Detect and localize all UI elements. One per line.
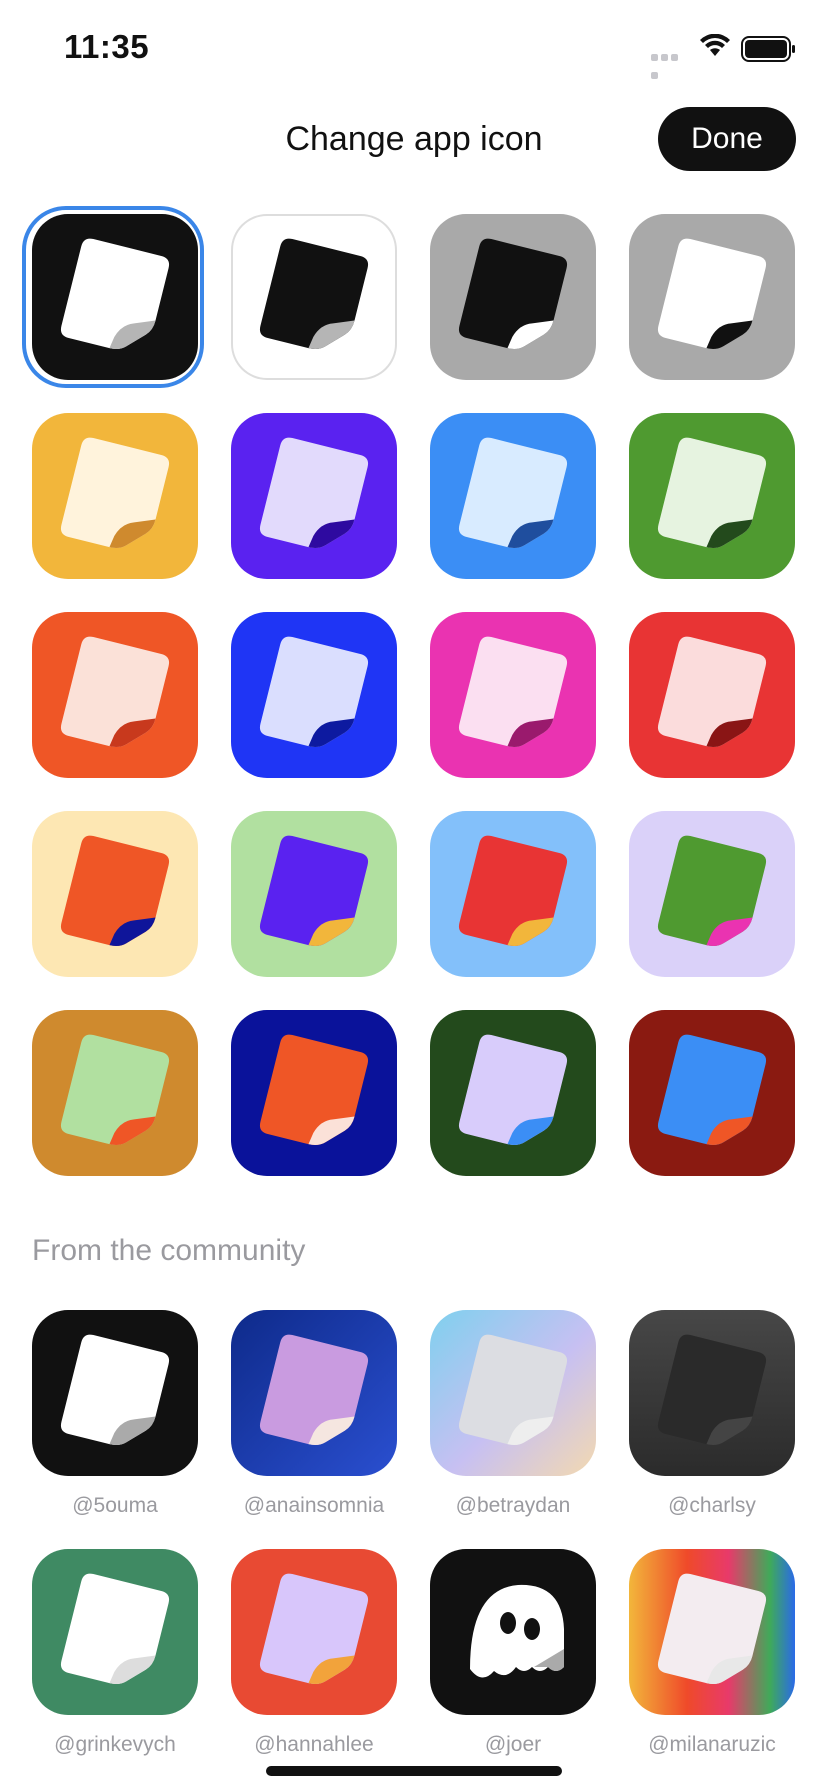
- app-icon-option-white[interactable]: [231, 214, 397, 380]
- app-icon-option-red[interactable]: [629, 612, 795, 778]
- status-time: 11:35: [64, 28, 150, 65]
- paper-icon: [259, 238, 369, 350]
- wifi-icon: [700, 34, 730, 56]
- app-icon-option-gray-black[interactable]: [430, 214, 596, 380]
- paper-icon: [657, 1573, 767, 1685]
- community-icon-option[interactable]: [629, 1310, 795, 1476]
- paper-icon: [259, 835, 369, 947]
- app-icon-option-gray-white[interactable]: [629, 214, 795, 380]
- paper-icon: [259, 1573, 369, 1685]
- app-icon-option-yellow[interactable]: [32, 413, 198, 579]
- paper-icon: [657, 238, 767, 350]
- paper-icon: [60, 636, 170, 748]
- paper-icon: [458, 835, 568, 947]
- paper-icon: [458, 437, 568, 549]
- battery-icon: [741, 36, 795, 62]
- cellular-signal-icon: [651, 48, 689, 79]
- app-icon-option-cream-orange[interactable]: [32, 811, 198, 977]
- ghost-icon: [470, 1584, 564, 1678]
- header: Change app icon Done: [0, 100, 828, 180]
- paper-icon: [60, 835, 170, 947]
- paper-icon: [657, 636, 767, 748]
- app-icon-option-blue[interactable]: [430, 413, 596, 579]
- paper-icon: [657, 1034, 767, 1146]
- paper-icon: [259, 437, 369, 549]
- community-icon-author: @joer: [484, 1733, 542, 1756]
- community-section-title: From the community: [32, 1234, 306, 1267]
- paper-icon: [60, 238, 170, 350]
- paper-icon: [259, 1034, 369, 1146]
- app-icon-option-ochre-mint[interactable]: [32, 1010, 198, 1176]
- community-icon-option[interactable]: [430, 1549, 596, 1715]
- paper-icon: [657, 437, 767, 549]
- paper-icon: [60, 1034, 170, 1146]
- paper-icon: [60, 1573, 170, 1685]
- paper-icon: [60, 437, 170, 549]
- community-icon-option[interactable]: [231, 1310, 397, 1476]
- community-icon-option[interactable]: [231, 1549, 397, 1715]
- community-icon-option[interactable]: [32, 1549, 198, 1715]
- community-icon-option[interactable]: [430, 1310, 596, 1476]
- paper-icon: [657, 835, 767, 947]
- paper-icon: [60, 1334, 170, 1446]
- community-icon-author: @betraydan: [455, 1494, 571, 1517]
- app-icon-option-sky-red[interactable]: [430, 811, 596, 977]
- paper-icon: [657, 1334, 767, 1446]
- community-icon-author: @grinkevych: [54, 1733, 176, 1756]
- community-icon-option[interactable]: [629, 1549, 795, 1715]
- community-icon-author: @anainsomnia: [243, 1494, 385, 1517]
- community-icon-author: @charlsy: [668, 1494, 756, 1517]
- app-icon-option-orange[interactable]: [32, 612, 198, 778]
- app-icon-option-pink[interactable]: [430, 612, 596, 778]
- app-icon-option-lilac-green[interactable]: [629, 811, 795, 977]
- app-icon-option-maroon-blue[interactable]: [629, 1010, 795, 1176]
- status-bar: 11:35: [0, 0, 828, 96]
- community-icon-author: @hannahlee: [254, 1733, 374, 1756]
- paper-icon: [458, 1034, 568, 1146]
- app-icon-option-navy-orange[interactable]: [231, 1010, 397, 1176]
- app-icon-option-mint-violet[interactable]: [231, 811, 397, 977]
- paper-icon: [259, 1334, 369, 1446]
- app-icon-option-forest-lilac[interactable]: [430, 1010, 596, 1176]
- paper-icon: [458, 636, 568, 748]
- community-icon-author: @5ouma: [72, 1494, 158, 1517]
- paper-icon: [458, 1334, 568, 1446]
- app-icon-option-black[interactable]: [32, 214, 198, 380]
- paper-icon: [259, 636, 369, 748]
- community-icon-author: @milanaruzic: [648, 1733, 776, 1756]
- app-icon-option-green[interactable]: [629, 413, 795, 579]
- paper-icon: [458, 238, 568, 350]
- done-button[interactable]: Done: [658, 107, 796, 171]
- home-indicator: [266, 1766, 562, 1776]
- app-icon-option-violet[interactable]: [231, 413, 397, 579]
- community-icon-option[interactable]: [32, 1310, 198, 1476]
- app-icon-option-royal-blue[interactable]: [231, 612, 397, 778]
